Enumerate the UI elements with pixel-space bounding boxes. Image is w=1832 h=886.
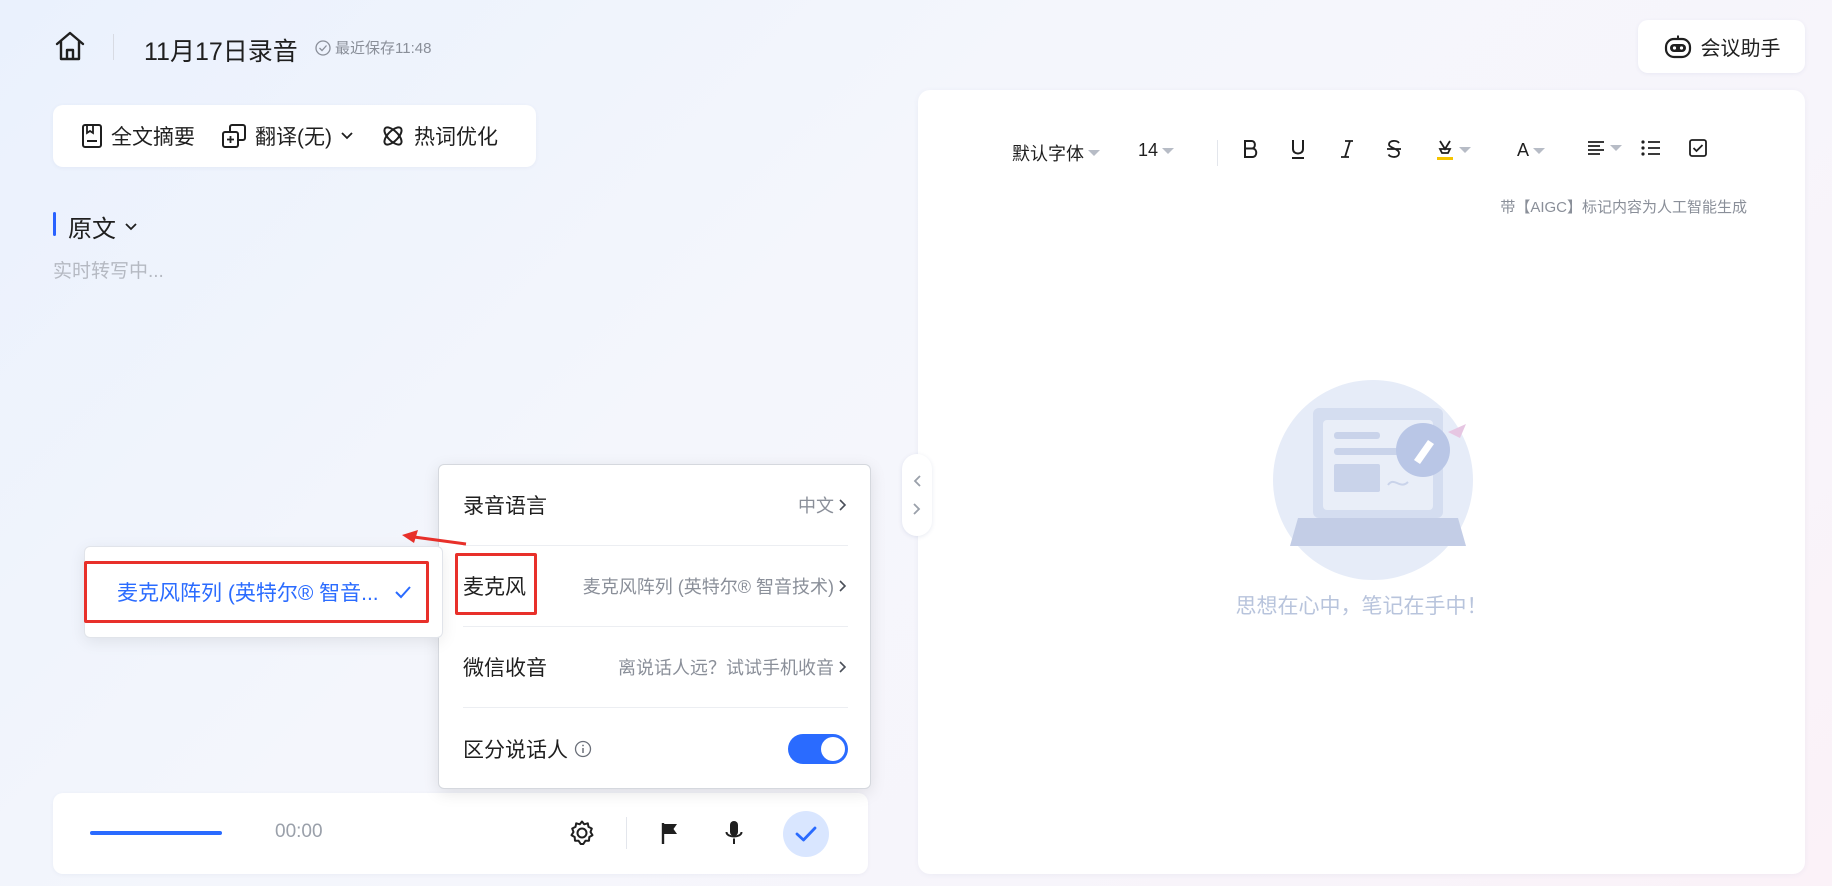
settings-row-wechat[interactable]: 微信收音 离说话人远？试试手机收音 — [463, 627, 848, 708]
meeting-assistant-button[interactable]: 会议助手 — [1638, 20, 1805, 73]
chevron-down-icon — [125, 222, 137, 230]
save-status-text: 最近保存11:48 — [335, 40, 432, 57]
chevron-down-icon — [341, 132, 353, 140]
settings-value: 麦克风阵列 (英特尔® 智音技术) — [583, 573, 848, 599]
transcript-section-dropdown[interactable]: 原文 — [68, 209, 138, 244]
caret-down-icon — [1610, 145, 1622, 151]
checkmark-icon — [795, 826, 817, 842]
highlighter-icon — [1437, 140, 1453, 160]
full-summary-label: 全文摘要 — [111, 126, 195, 149]
speaker-label: 区分说话人 — [463, 738, 568, 762]
toggle-knob — [821, 736, 845, 761]
settings-button[interactable] — [566, 817, 598, 849]
speaker-toggle[interactable] — [788, 733, 848, 764]
hotword-button[interactable]: 热词优化 — [380, 121, 498, 151]
translate-label: 翻译(无) — [255, 126, 332, 149]
settings-label: 微信收音 — [463, 657, 547, 680]
note-editor-panel: 默认字体 14 A 带【AIGC】标记内容为人工智能生成 思想在心中，笔记在手中… — [918, 90, 1805, 874]
section-title: 原文 — [68, 216, 116, 243]
header-divider — [113, 34, 114, 60]
caret-down-icon — [1459, 147, 1471, 153]
chevron-right-icon — [839, 580, 847, 592]
check-circle-icon — [315, 39, 331, 56]
language-value: 中文 — [798, 496, 834, 516]
chevron-right-icon — [839, 661, 847, 673]
bold-icon — [1244, 140, 1258, 158]
atom-icon — [383, 126, 403, 146]
settings-row-speaker: 区分说话人 — [463, 708, 848, 789]
settings-value: 离说话人远？试试手机收音 — [618, 654, 848, 680]
highlight-dropdown[interactable] — [1435, 138, 1471, 162]
audio-waveform — [90, 831, 222, 835]
robot-icon — [1664, 35, 1691, 58]
annotation-highlight-box — [455, 553, 537, 615]
finish-recording-button[interactable] — [783, 811, 829, 857]
italic-button[interactable] — [1338, 138, 1356, 160]
settings-label: 区分说话人 — [463, 734, 592, 764]
bold-button[interactable] — [1241, 138, 1259, 160]
chevron-right-icon — [913, 503, 921, 515]
hotword-label: 热词优化 — [414, 126, 498, 149]
microphone-value: 麦克风阵列 (英特尔® 智音技术) — [582, 577, 834, 597]
settings-label: 录音语言 — [463, 495, 547, 518]
full-summary-button[interactable]: 全文摘要 — [81, 121, 195, 151]
annotation-highlight-box — [84, 561, 429, 623]
chevron-right-icon — [839, 499, 847, 511]
italic-icon — [1341, 140, 1353, 158]
gear-icon — [570, 820, 594, 845]
settings-row-language[interactable]: 录音语言 中文 — [463, 465, 848, 546]
microphone-icon — [725, 821, 743, 844]
home-icon — [55, 31, 85, 61]
aigc-notice: 带【AIGC】标记内容为人工智能生成 — [1500, 199, 1747, 216]
recorder-divider — [626, 817, 627, 849]
text-color-label: A — [1517, 140, 1530, 160]
align-dropdown[interactable] — [1586, 138, 1622, 158]
format-divider — [1217, 140, 1218, 166]
flag-icon — [661, 823, 677, 844]
translate-icon — [222, 124, 246, 148]
panel-collapse-handle[interactable] — [902, 454, 932, 536]
microphone-submenu: 麦克风阵列 (英特尔® 智音... — [84, 546, 443, 638]
underline-icon — [1292, 140, 1304, 159]
caret-down-icon — [1088, 150, 1100, 156]
underline-button[interactable] — [1289, 138, 1307, 160]
font-family-dropdown[interactable]: 默认字体 — [1012, 140, 1100, 166]
font-size-dropdown[interactable]: 14 — [1138, 140, 1175, 161]
caret-down-icon — [1162, 147, 1175, 154]
translate-dropdown[interactable]: 翻译(无) — [221, 121, 354, 151]
flag-button[interactable] — [654, 817, 686, 849]
bullet-list-icon — [1641, 140, 1660, 156]
save-status: 最近保存11:48 — [315, 37, 431, 58]
empty-state-text: 思想在心中，笔记在手中！ — [1235, 595, 1488, 618]
align-left-icon — [1588, 141, 1604, 155]
caret-down-icon — [1533, 147, 1546, 154]
page-title[interactable]: 11月17日录音 — [144, 32, 298, 68]
document-icon — [82, 124, 102, 148]
checkbox-icon — [1689, 139, 1707, 157]
bullet-list-button[interactable] — [1640, 138, 1662, 158]
checklist-button[interactable] — [1688, 138, 1708, 158]
settings-value: 中文 — [798, 492, 848, 518]
recording-timer: 00:00 — [275, 821, 323, 842]
transcript-toolbar: 全文摘要 翻译(无) 热词优化 — [53, 105, 536, 167]
recording-settings-popup: 录音语言 中文 麦克风 麦克风阵列 (英特尔® 智音技术) 微信收音 离说话人远… — [438, 464, 871, 789]
strikethrough-icon — [1387, 140, 1401, 158]
meeting-assistant-label: 会议助手 — [1700, 38, 1781, 60]
strikethrough-button[interactable] — [1385, 138, 1403, 160]
transcribing-status: 实时转写中... — [53, 261, 164, 282]
recorder-bar: 00:00 — [53, 793, 868, 874]
laptop-note-illustration — [1273, 380, 1473, 580]
chevron-left-icon — [913, 475, 921, 487]
annotation-arrow — [402, 530, 467, 546]
microphone-button[interactable] — [718, 817, 750, 849]
text-color-dropdown[interactable]: A — [1517, 140, 1546, 161]
font-size-value: 14 — [1138, 140, 1159, 160]
home-button[interactable] — [52, 28, 88, 64]
font-family-value: 默认字体 — [1012, 144, 1084, 164]
info-icon[interactable] — [574, 740, 592, 758]
empty-state-illustration — [1268, 380, 1488, 580]
section-accent-bar — [53, 212, 56, 236]
wechat-value: 离说话人远？试试手机收音 — [618, 658, 834, 678]
